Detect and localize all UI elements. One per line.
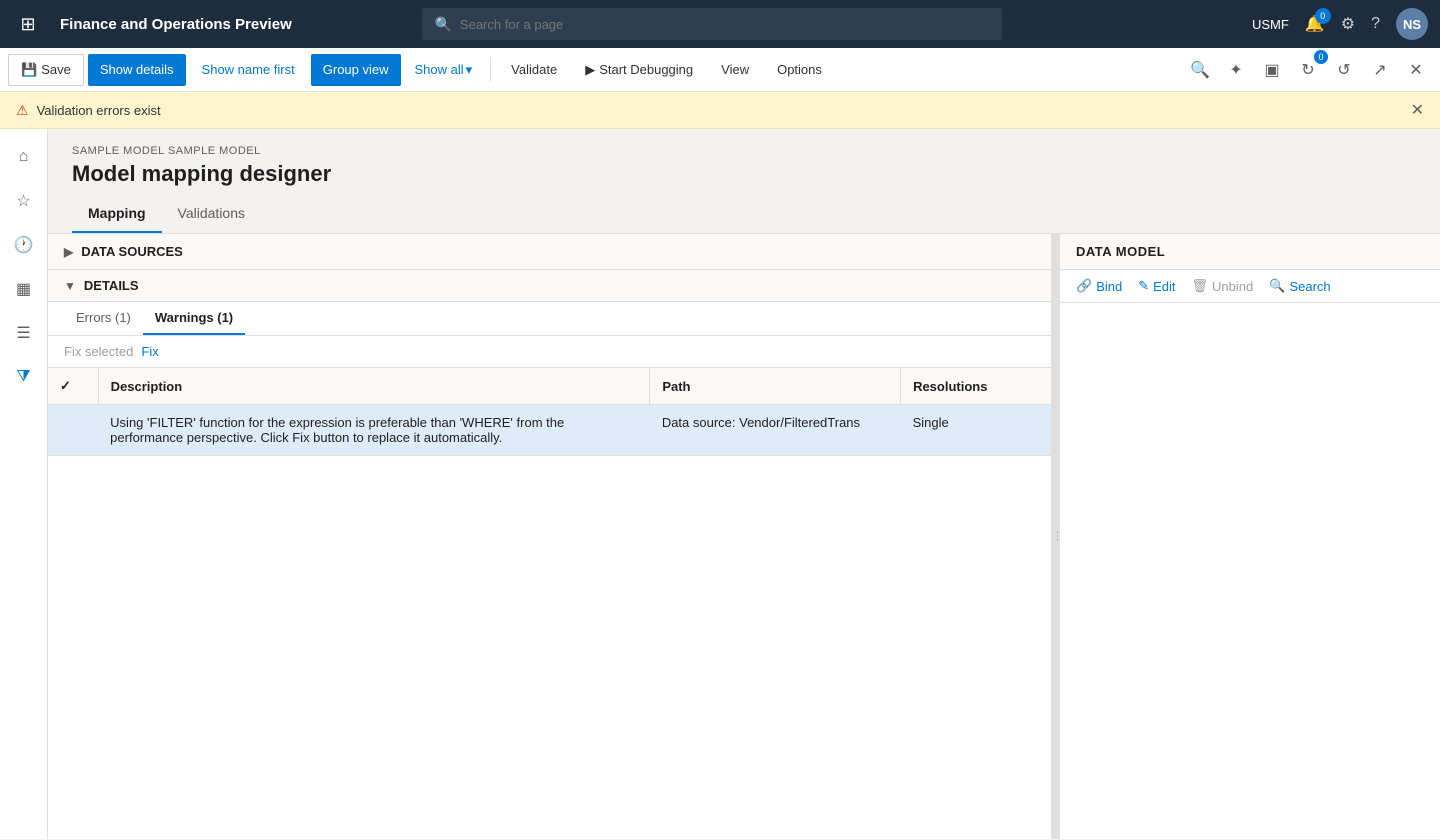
- top-navigation: ⊞ Finance and Operations Preview 🔍 USMF …: [0, 0, 1440, 48]
- tab-validations[interactable]: Validations: [162, 195, 261, 233]
- collapse-details-icon[interactable]: ▼: [64, 279, 76, 293]
- split-panel: ▶ DATA SOURCES ▼ DETAILS Errors (1) Warn…: [48, 234, 1440, 839]
- fix-selected-button: Fix selected: [64, 344, 133, 359]
- open-external-button[interactable]: ↗: [1364, 54, 1396, 86]
- row-check: [48, 405, 98, 456]
- warnings-table-container: ✓ Description Path Resolutions Using 'FI…: [48, 368, 1051, 839]
- row-resolution: Single: [901, 405, 1051, 456]
- dismiss-validation-button[interactable]: ✕: [1411, 100, 1424, 120]
- show-all-button[interactable]: Show all ▾: [405, 54, 483, 86]
- content-tabs: Mapping Validations: [48, 195, 1440, 234]
- toolbar-separator-1: [490, 58, 491, 82]
- col-path: Path: [650, 368, 901, 405]
- refresh-button[interactable]: ↻ 0: [1292, 54, 1324, 86]
- warning-icon: ⚠: [16, 102, 29, 119]
- sidebar-item-filter[interactable]: ⧩: [4, 357, 44, 397]
- app-title: Finance and Operations Preview: [60, 16, 292, 33]
- tab-warnings[interactable]: Warnings (1): [143, 302, 245, 335]
- col-check: ✓: [48, 368, 98, 405]
- bind-button[interactable]: 🔗 Bind: [1076, 278, 1122, 294]
- table-header-row: ✓ Description Path Resolutions: [48, 368, 1051, 405]
- sidebar-item-recent[interactable]: 🕐: [4, 225, 44, 265]
- main-layout: ⌂ ☆ 🕐 ▦ ☰ ⧩ SAMPLE MODEL SAMPLE MODEL Mo…: [0, 129, 1440, 839]
- edit-icon: ✎: [1138, 278, 1149, 294]
- options-button[interactable]: Options: [765, 54, 834, 86]
- fix-button[interactable]: Fix: [141, 344, 158, 359]
- page-title: Model mapping designer: [72, 161, 1416, 187]
- row-path: Data source: Vendor/FilteredTrans: [650, 405, 901, 456]
- layout-button[interactable]: ▣: [1256, 54, 1288, 86]
- search-icon: 🔍: [434, 16, 451, 33]
- warnings-table: ✓ Description Path Resolutions Using 'FI…: [48, 368, 1051, 456]
- details-actions: Fix selected Fix: [48, 336, 1051, 368]
- tab-mapping[interactable]: Mapping: [72, 195, 162, 233]
- app-grid-icon[interactable]: ⊞: [12, 8, 44, 40]
- validate-button[interactable]: Validate: [499, 54, 569, 86]
- right-panel-actions: 🔗 Bind ✎ Edit 🗑 Unbind 🔍 Search: [1060, 270, 1440, 303]
- global-search-bar: 🔍: [422, 8, 1002, 40]
- details-label: DETAILS: [84, 278, 139, 293]
- search-input[interactable]: [460, 17, 991, 32]
- save-disk-icon: 💾: [21, 62, 37, 78]
- sidebar-item-favorites[interactable]: ☆: [4, 181, 44, 221]
- show-name-first-button[interactable]: Show name first: [190, 54, 307, 86]
- content-area: SAMPLE MODEL SAMPLE MODEL Model mapping …: [48, 129, 1440, 839]
- row-description: Using 'FILTER' function for the expressi…: [98, 405, 650, 456]
- search-data-model-button[interactable]: 🔍 Search: [1269, 278, 1330, 294]
- details-header: ▼ DETAILS: [48, 270, 1051, 302]
- col-resolutions: Resolutions: [901, 368, 1051, 405]
- debug-icon: ▶: [585, 62, 595, 78]
- right-panel: DATA MODEL 🔗 Bind ✎ Edit 🗑 Unbind: [1060, 234, 1440, 839]
- data-sources-label: DATA SOURCES: [81, 244, 183, 259]
- top-right-actions: USMF 🔔 0 ⚙ ? NS: [1252, 8, 1428, 40]
- sidebar-item-modules[interactable]: ☰: [4, 313, 44, 353]
- group-view-button[interactable]: Group view: [311, 54, 401, 86]
- validation-banner: ⚠ Validation errors exist ✕: [0, 92, 1440, 129]
- start-debugging-button[interactable]: ▶ Start Debugging: [573, 54, 705, 86]
- search-toolbar-button[interactable]: 🔍: [1184, 54, 1216, 86]
- validation-message: Validation errors exist: [37, 103, 161, 118]
- sidebar-item-home[interactable]: ⌂: [4, 137, 44, 177]
- data-sources-header: ▶ DATA SOURCES: [48, 234, 1051, 270]
- notification-badge: 0: [1315, 8, 1331, 24]
- right-panel-header: DATA MODEL: [1060, 234, 1440, 270]
- sidebar-item-workspaces[interactable]: ▦: [4, 269, 44, 309]
- view-button[interactable]: View: [709, 54, 761, 86]
- trash-icon: 🗑: [1192, 278, 1209, 294]
- help-button[interactable]: ?: [1371, 15, 1380, 33]
- expand-datasources-icon[interactable]: ▶: [64, 245, 73, 259]
- breadcrumb: SAMPLE MODEL SAMPLE MODEL: [72, 145, 1416, 157]
- avatar[interactable]: NS: [1396, 8, 1428, 40]
- col-description: Description: [98, 368, 650, 405]
- details-section: ▼ DETAILS Errors (1) Warnings (1) Fix se…: [48, 270, 1051, 839]
- left-panel: ▶ DATA SOURCES ▼ DETAILS Errors (1) Warn…: [48, 234, 1054, 839]
- tab-errors[interactable]: Errors (1): [64, 302, 143, 335]
- update-badge: 0: [1314, 50, 1328, 64]
- settings-button[interactable]: ⚙: [1341, 14, 1355, 34]
- toolbar: 💾 Save Show details Show name first Grou…: [0, 48, 1440, 92]
- pin-button[interactable]: ✦: [1220, 54, 1252, 86]
- save-button[interactable]: 💾 Save: [8, 54, 84, 86]
- show-details-button[interactable]: Show details: [88, 54, 186, 86]
- page-header: SAMPLE MODEL SAMPLE MODEL Model mapping …: [48, 129, 1440, 195]
- reload-button[interactable]: ↺: [1328, 54, 1360, 86]
- details-tabs: Errors (1) Warnings (1): [48, 302, 1051, 336]
- unbind-button: 🗑 Unbind: [1192, 278, 1254, 294]
- table-row[interactable]: Using 'FILTER' function for the expressi…: [48, 405, 1051, 456]
- link-icon: 🔗: [1076, 278, 1092, 294]
- notifications-button[interactable]: 🔔 0: [1305, 14, 1325, 34]
- left-sidebar: ⌂ ☆ 🕐 ▦ ☰ ⧩: [0, 129, 48, 839]
- search-small-icon: 🔍: [1269, 278, 1285, 294]
- environment-label: USMF: [1252, 17, 1289, 32]
- close-button[interactable]: ✕: [1400, 54, 1432, 86]
- chevron-down-icon: ▾: [466, 62, 473, 78]
- edit-button[interactable]: ✎ Edit: [1138, 278, 1175, 294]
